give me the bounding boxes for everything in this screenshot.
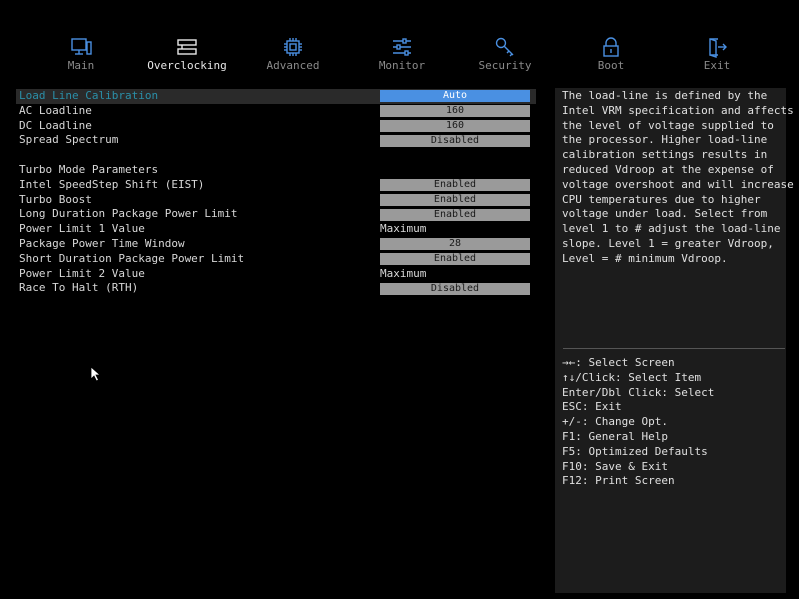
setting-spread-spectrum[interactable]: Spread Spectrum Disabled [16,133,536,148]
tab-boot-label: Boot [597,59,625,72]
setting-label: Short Duration Package Power Limit [19,251,245,265]
section-header-turbo: Turbo Mode Parameters [16,163,536,178]
setting-value-selector[interactable]: Disabled [380,134,530,147]
setting-label: DC Loadline [19,118,92,132]
setting-short-duration-power-limit[interactable]: Short Duration Package Power Limit Enabl… [16,252,536,267]
tab-exit-label: Exit [703,59,731,72]
tab-advanced-label: Advanced [266,59,320,72]
setting-value-selector[interactable]: Enabled [380,208,530,221]
help-divider [563,348,785,349]
setting-label: Spread Spectrum [19,133,119,147]
setting-value-selector[interactable]: Enabled [380,253,530,266]
tab-boot[interactable]: Boot [561,30,661,72]
sliders-icon [352,30,452,56]
tab-advanced[interactable]: Advanced [243,30,343,72]
setting-label: Package Power Time Window [19,236,185,250]
setting-readonly-value: Maximum [380,266,427,280]
key-legend-item: F10: Save & Exit [562,459,668,473]
key-legend-item: Enter/Dbl Click: Select [562,385,715,399]
key-legend-item: F5: Optimized Defaults [562,444,708,458]
tab-exit[interactable]: Exit [667,30,767,72]
overclocking-icon [137,30,237,56]
help-panel: The load-line is defined by the Intel VR… [555,88,794,593]
key-legend-item: +/-: Change Opt. [562,415,668,429]
setting-power-time-window[interactable]: Package Power Time Window 28 [16,237,536,252]
setting-value-field[interactable]: 160 [380,105,530,118]
setting-label: Turbo Boost [19,192,92,206]
section-header-label: Turbo Mode Parameters [19,162,159,176]
setting-dc-loadline[interactable]: DC Loadline 160 [16,119,536,134]
key-legend: →←: Select Screen ↑↓/Click: Select Item … [562,356,714,489]
setting-race-to-halt[interactable]: Race To Halt (RTH) Disabled [16,281,536,296]
setting-label: AC Loadline [19,103,92,117]
tab-monitor-label: Monitor [378,59,426,72]
setting-value-selector[interactable]: Auto [380,90,530,103]
setting-value-field[interactable]: 28 [380,238,530,251]
spacer-row [16,148,536,163]
setting-readonly-value: Maximum [380,222,427,236]
setting-value-selector[interactable]: Disabled [380,282,530,295]
key-legend-item: F1: General Help [562,429,668,443]
help-description: The load-line is defined by the Intel VR… [562,89,794,265]
tab-main[interactable]: Main [31,30,131,72]
key-legend-item: →←: Select Screen [562,356,675,369]
setting-ac-loadline[interactable]: AC Loadline 160 [16,104,536,119]
setting-value-selector[interactable]: Enabled [380,179,530,192]
setting-label: Intel SpeedStep Shift (EIST) [19,177,205,191]
top-navigation: Main Overclocking Advanced Monitor Secur… [0,30,799,80]
tab-security-label: Security [478,59,532,72]
setting-turbo-boost[interactable]: Turbo Boost Enabled [16,193,536,208]
setting-label: Power Limit 1 Value [19,222,145,236]
exit-door-icon [667,30,767,58]
tab-overclocking-label: Overclocking [147,59,227,72]
lock-icon [561,30,661,57]
setting-value-selector[interactable]: Enabled [380,193,530,206]
key-legend-item: ↑↓/Click: Select Item [562,370,702,384]
setting-label: Power Limit 2 Value [19,266,145,280]
key-icon [455,30,555,57]
settings-list: Load Line Calibration Auto AC Loadline 1… [16,89,536,296]
setting-load-line-calibration[interactable]: Load Line Calibration Auto [16,89,536,104]
key-legend-item: ESC: Exit [562,400,622,414]
setting-label: Long Duration Package Power Limit [19,207,238,221]
setting-long-duration-power-limit[interactable]: Long Duration Package Power Limit Enable… [16,207,536,222]
chip-icon [243,30,343,56]
setting-label: Load Line Calibration [19,89,159,102]
tab-monitor[interactable]: Monitor [352,30,452,72]
tab-main-label: Main [67,59,95,72]
mouse-cursor-icon [90,366,102,382]
setting-label: Race To Halt (RTH) [19,281,139,295]
tab-overclocking[interactable]: Overclocking [137,30,237,72]
setting-value-field[interactable]: 160 [380,119,530,132]
setting-power-limit-2: Power Limit 2 Value Maximum [16,267,536,282]
tab-security[interactable]: Security [455,30,555,72]
key-legend-item: F12: Print Screen [562,474,675,488]
setting-power-limit-1: Power Limit 1 Value Maximum [16,222,536,237]
computer-icon [31,30,131,56]
setting-speedstep[interactable]: Intel SpeedStep Shift (EIST) Enabled [16,178,536,193]
